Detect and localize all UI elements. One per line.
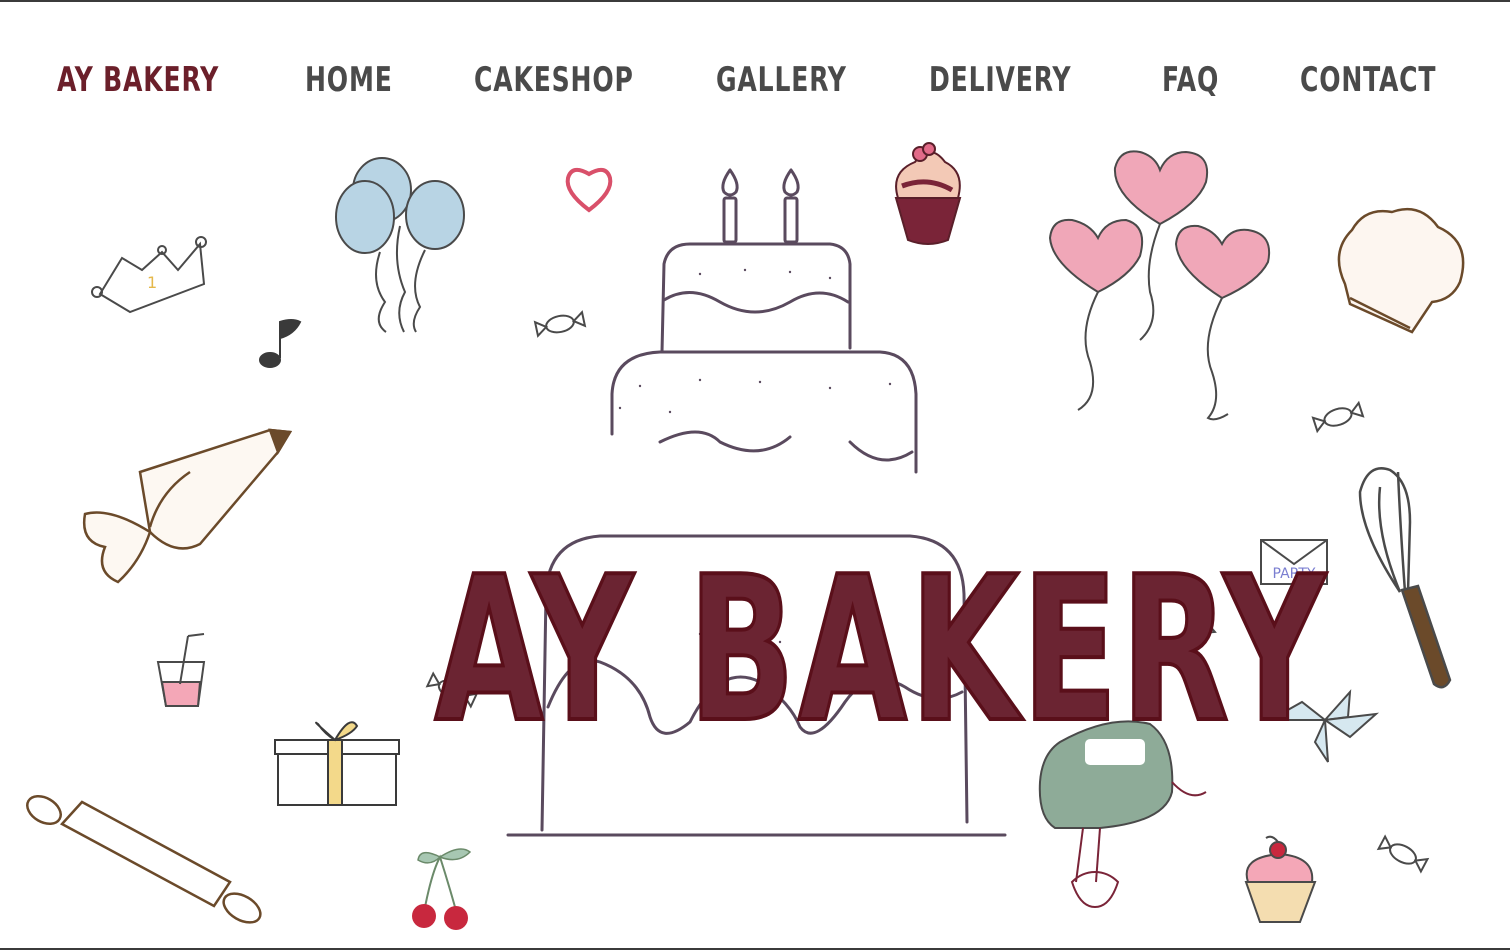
- candy-icon: [1311, 400, 1365, 434]
- doodle-illustrations: 1 PARTY: [26, 142, 1465, 930]
- candy-icon: [533, 310, 587, 338]
- cherries-icon: [412, 848, 472, 930]
- top-nav: AY BAKERY HOME CAKESHOP GALLERY DELIVERY…: [0, 52, 1510, 108]
- nav-link-home[interactable]: HOME: [305, 52, 393, 108]
- heart-icon: [565, 167, 613, 213]
- music-note-icon: [259, 319, 302, 368]
- nav-link-gallery[interactable]: GALLERY: [716, 52, 847, 108]
- gift-box-icon: [274, 721, 400, 806]
- page-frame: 1 PARTY AY BAKERY HOME CAKESHOP GALLERY …: [0, 0, 1510, 950]
- balloons-icon: [335, 157, 465, 333]
- chef-hat-icon: [1337, 207, 1465, 334]
- drink-icon: [156, 633, 206, 707]
- piping-bag-icon: [82, 428, 293, 584]
- heart-balloons-icon: [1048, 150, 1270, 421]
- svg-text:1: 1: [147, 273, 157, 292]
- rolling-pin-icon: [26, 795, 262, 924]
- nav-link-delivery[interactable]: DELIVERY: [929, 52, 1071, 108]
- brand-logo-link[interactable]: AY BAKERY: [57, 52, 219, 108]
- whisk-icon: [1358, 467, 1452, 689]
- cherry-cupcake-icon: [1244, 835, 1317, 923]
- candy-icon: [1376, 834, 1430, 874]
- crown-icon: 1: [91, 236, 207, 314]
- nav-link-cakeshop[interactable]: CAKESHOP: [474, 52, 634, 108]
- nav-link-contact[interactable]: CONTACT: [1300, 52, 1436, 108]
- cupcake-icon: [894, 142, 962, 245]
- nav-link-faq[interactable]: FAQ: [1162, 52, 1219, 108]
- hero-title: AY BAKERY: [433, 534, 1329, 767]
